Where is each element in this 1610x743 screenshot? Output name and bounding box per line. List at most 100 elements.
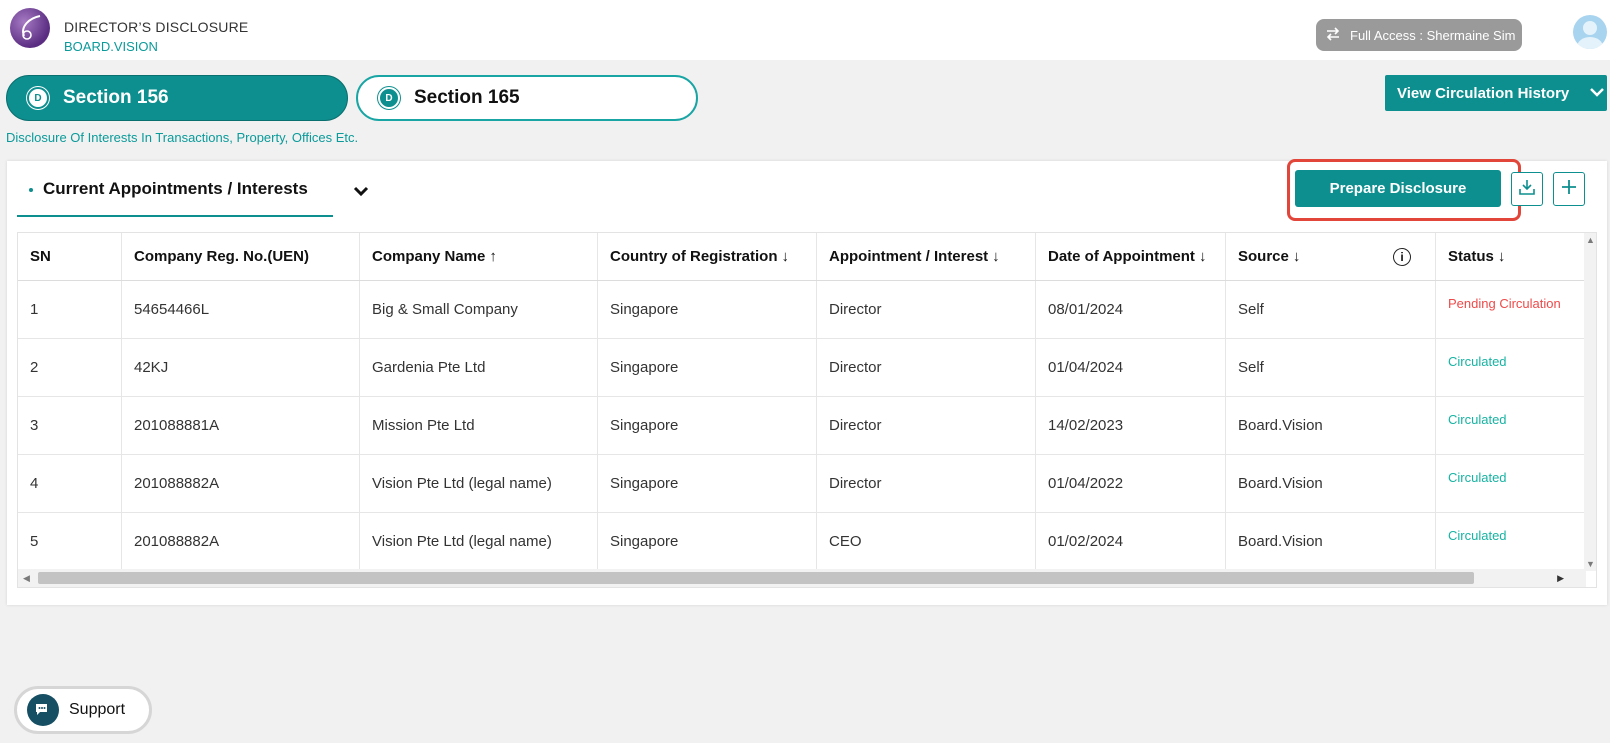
cell-uen: 54654466L — [122, 281, 360, 338]
table-header-row: SN Company Reg. No.(UEN) Company Name ↑ C… — [18, 233, 1586, 281]
vertical-scrollbar[interactable]: ▲ ▼ — [1584, 233, 1596, 571]
cell-source: Board.Vision — [1226, 455, 1436, 512]
column-header-source[interactable]: Source ↓ i — [1226, 233, 1436, 280]
appointments-table: SN Company Reg. No.(UEN) Company Name ↑ C… — [17, 232, 1597, 588]
access-label: Full Access : Shermaine Sim — [1350, 27, 1516, 43]
access-switch-button[interactable]: Full Access : Shermaine Sim — [1316, 19, 1522, 51]
cell-source: Self — [1226, 339, 1436, 396]
cell-country: Singapore — [598, 397, 817, 454]
column-header-date[interactable]: Date of Appointment ↓ — [1036, 233, 1226, 280]
table-row[interactable]: 3 201088881A Mission Pte Ltd Singapore D… — [18, 397, 1586, 455]
sort-down-icon: ↓ — [781, 248, 790, 265]
switch-arrows-icon — [1324, 25, 1342, 46]
cell-date: 01/04/2022 — [1036, 455, 1226, 512]
cell-appointment: Director — [817, 281, 1036, 338]
cell-source: Board.Vision — [1226, 513, 1436, 570]
cell-company: Vision Pte Ltd (legal name) — [360, 455, 598, 512]
download-icon — [1517, 177, 1537, 202]
cell-date: 08/01/2024 — [1036, 281, 1226, 338]
sort-up-icon: ↑ — [489, 248, 497, 265]
tab-label: Section 156 — [63, 87, 169, 108]
cell-appointment: Director — [817, 339, 1036, 396]
chevron-down-icon — [1589, 85, 1605, 102]
bullet-dot — [29, 188, 33, 192]
cell-appointment: Director — [817, 397, 1036, 454]
view-circulation-history-button[interactable]: View Circulation History — [1385, 75, 1607, 111]
cell-uen: 42KJ — [122, 339, 360, 396]
column-header-uen[interactable]: Company Reg. No.(UEN) — [122, 233, 360, 280]
cell-sn: 2 — [18, 339, 122, 396]
table-row[interactable]: 1 54654466L Big & Small Company Singapor… — [18, 281, 1586, 339]
sort-down-icon: ↓ — [1198, 248, 1207, 265]
cell-source: Board.Vision — [1226, 397, 1436, 454]
cell-country: Singapore — [598, 281, 817, 338]
table-row[interactable]: 4 201088882A Vision Pte Ltd (legal name)… — [18, 455, 1586, 513]
scroll-up-icon[interactable]: ▲ — [1586, 235, 1595, 245]
cell-date: 14/02/2023 — [1036, 397, 1226, 454]
scroll-down-icon[interactable]: ▼ — [1586, 559, 1595, 569]
disclosure-badge-icon: D — [27, 87, 49, 109]
cell-country: Singapore — [598, 455, 817, 512]
cell-company: Gardenia Pte Ltd — [360, 339, 598, 396]
cell-company: Vision Pte Ltd (legal name) — [360, 513, 598, 570]
tab-current-appointments[interactable]: Current Appointments / Interests — [17, 179, 333, 217]
sort-down-icon: ↓ — [992, 248, 1000, 265]
horizontal-scroll-thumb[interactable] — [38, 572, 1474, 584]
cell-sn: 1 — [18, 281, 122, 338]
column-header-appointment[interactable]: Appointment / Interest ↓ — [817, 233, 1036, 280]
add-button[interactable] — [1553, 172, 1585, 206]
scroll-left-icon[interactable]: ◀ — [23, 573, 30, 584]
column-header-company-name[interactable]: Company Name ↑ — [360, 233, 598, 280]
cell-appointment: Director — [817, 455, 1036, 512]
cell-uen: 201088881A — [122, 397, 360, 454]
status-badge: Circulated — [1448, 354, 1507, 369]
column-header-sn[interactable]: SN — [18, 233, 122, 280]
status-badge: Circulated — [1448, 528, 1507, 543]
cell-appointment: CEO — [817, 513, 1036, 570]
horizontal-scrollbar[interactable]: ◀ ▶ — [18, 569, 1586, 587]
cell-sn: 5 — [18, 513, 122, 570]
chat-icon — [27, 694, 59, 726]
table-row[interactable]: 5 201088882A Vision Pte Ltd (legal name)… — [18, 513, 1586, 571]
scroll-right-icon[interactable]: ▶ — [1557, 573, 1564, 584]
cell-company: Big & Small Company — [360, 281, 598, 338]
top-bar: DIRECTOR’S DISCLOSURE BOARD.VISION Full … — [0, 0, 1610, 60]
disclosure-badge-icon: D — [378, 87, 400, 109]
app-title: DIRECTOR’S DISCLOSURE — [64, 19, 249, 35]
app-subtitle: BOARD.VISION — [64, 39, 158, 54]
cell-source: Self — [1226, 281, 1436, 338]
column-header-country[interactable]: Country of Registration ↓ — [598, 233, 817, 280]
avatar-icon[interactable] — [1573, 15, 1607, 49]
cell-uen: 201088882A — [122, 513, 360, 570]
cell-date: 01/04/2024 — [1036, 339, 1226, 396]
cell-date: 01/02/2024 — [1036, 513, 1226, 570]
card-tab-label: Current Appointments / Interests — [43, 179, 308, 198]
info-icon[interactable]: i — [1393, 247, 1411, 266]
cell-sn: 4 — [18, 455, 122, 512]
cell-country: Singapore — [598, 513, 817, 570]
logo-icon[interactable] — [10, 8, 50, 48]
support-label: Support — [69, 701, 126, 718]
chevron-down-icon[interactable] — [351, 181, 371, 201]
appointments-card: Current Appointments / Interests Prepare… — [7, 159, 1607, 605]
sort-down-icon: ↓ — [1292, 248, 1301, 265]
cell-uen: 201088882A — [122, 455, 360, 512]
prepare-disclosure-button[interactable]: Prepare Disclosure — [1295, 170, 1501, 207]
tab-label: Section 165 — [414, 87, 520, 108]
table-row[interactable]: 2 42KJ Gardenia Pte Ltd Singapore Direct… — [18, 339, 1586, 397]
section-description: Disclosure Of Interests In Transactions,… — [6, 130, 359, 145]
tab-section-165[interactable]: D Section 165 — [356, 75, 698, 121]
download-button[interactable] — [1511, 172, 1543, 206]
view-history-label: View Circulation History — [1397, 84, 1570, 102]
status-badge: Circulated — [1448, 470, 1507, 485]
cell-country: Singapore — [598, 339, 817, 396]
status-badge: Pending Circulation — [1448, 296, 1561, 311]
sort-down-icon: ↓ — [1497, 248, 1506, 265]
support-button[interactable]: Support — [14, 686, 152, 734]
column-header-status[interactable]: Status ↓ — [1436, 233, 1586, 280]
plus-icon — [1559, 177, 1579, 202]
cell-company: Mission Pte Ltd — [360, 397, 598, 454]
status-badge: Circulated — [1448, 412, 1507, 427]
cell-sn: 3 — [18, 397, 122, 454]
tab-section-156[interactable]: D Section 156 — [6, 75, 348, 121]
